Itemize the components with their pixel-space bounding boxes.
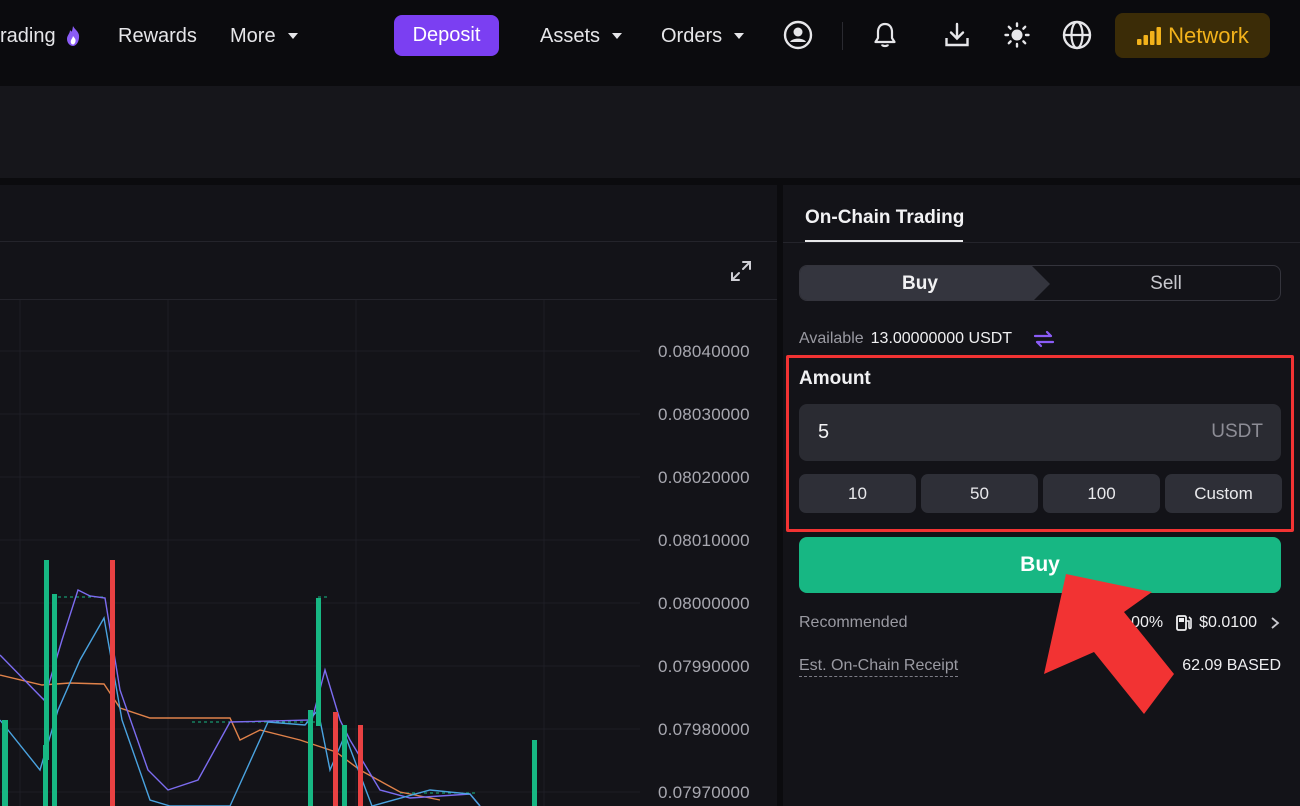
nav-rewards[interactable]: Rewards	[118, 22, 197, 50]
y-tick-label: 0.08040000	[658, 342, 750, 361]
preset-custom-button[interactable]: Custom	[1165, 474, 1282, 513]
available-label: Available	[799, 330, 864, 347]
chart-toolbar	[0, 242, 777, 300]
buy-sell-switch: Buy Sell	[799, 265, 1281, 301]
account-icon[interactable]	[781, 18, 815, 52]
nav-orders-label: Orders	[661, 24, 723, 47]
amount-input[interactable]: 5 USDT	[799, 404, 1281, 461]
chevron-down-icon	[734, 33, 745, 39]
chart-tab-bar	[0, 185, 777, 242]
deposit-button[interactable]: Deposit	[394, 15, 499, 56]
sell-tab[interactable]: Sell	[1050, 266, 1280, 300]
nav-more[interactable]: More	[230, 22, 298, 50]
amount-label: Amount	[799, 368, 871, 389]
gas-fee-value: $0.0100	[1199, 614, 1257, 631]
network-label: Network	[1168, 22, 1249, 48]
nav-trading[interactable]: rading	[0, 22, 82, 50]
y-tick-label: 0.08000000	[658, 594, 750, 613]
y-tick-label: 0.08020000	[658, 468, 750, 487]
sun-icon[interactable]	[1000, 18, 1034, 52]
recommended-label: Recommended	[799, 614, 908, 631]
y-tick-label: 0.07970000	[658, 783, 750, 802]
chart-panel: 0.08040000 0.08030000 0.08020000 0.08010…	[0, 185, 777, 806]
bell-icon[interactable]	[868, 18, 902, 52]
y-tick-label: 0.07980000	[658, 720, 750, 739]
buy-tab[interactable]: Buy	[800, 266, 1050, 300]
signal-icon	[1137, 26, 1162, 45]
top-navigation: rading Rewards More Deposit Assets Order…	[0, 0, 1300, 80]
amount-unit: USDT	[1211, 421, 1263, 442]
receipt-value: 62.09 BASED	[1182, 657, 1281, 674]
preset-50-button[interactable]: 50	[921, 474, 1038, 513]
y-tick-label: 0.07990000	[658, 657, 750, 676]
preset-10-button[interactable]: 10	[799, 474, 916, 513]
nav-more-label: More	[230, 24, 276, 47]
chevron-down-icon	[287, 33, 298, 39]
nav-orders[interactable]: Orders	[661, 22, 745, 50]
chevron-right-icon	[1271, 617, 1280, 629]
receipt-label-wrap: Est. On-Chain Receipt	[799, 657, 959, 677]
network-status-button[interactable]: Network	[1115, 13, 1270, 58]
chevron-down-icon	[612, 33, 623, 39]
panel-divider	[783, 242, 1300, 243]
amount-value: 5	[818, 421, 830, 443]
receipt-label: Est. On-Chain Receipt	[799, 657, 959, 677]
nav-trading-label: rading	[0, 24, 56, 47]
preset-100-button[interactable]: 100	[1043, 474, 1160, 513]
y-tick-label: 0.08030000	[658, 405, 750, 424]
nav-divider	[842, 22, 843, 50]
nav-assets[interactable]: Assets	[540, 22, 623, 50]
market-info-bar	[0, 86, 1300, 178]
transfer-icon[interactable]	[1031, 330, 1057, 348]
available-balance: Available 13.00000000 USDT	[799, 330, 1057, 348]
globe-icon[interactable]	[1060, 18, 1094, 52]
annotation-arrow	[1044, 574, 1174, 714]
expand-icon[interactable]	[728, 258, 754, 284]
y-tick-label: 0.08010000	[658, 531, 750, 550]
download-icon[interactable]	[940, 18, 974, 52]
fire-icon	[66, 26, 79, 46]
nav-rewards-label: Rewards	[118, 24, 197, 47]
nav-assets-label: Assets	[540, 24, 601, 47]
tab-on-chain-trading[interactable]: On-Chain Trading	[805, 207, 964, 229]
available-value: 13.00000000 USDT	[870, 330, 1013, 347]
